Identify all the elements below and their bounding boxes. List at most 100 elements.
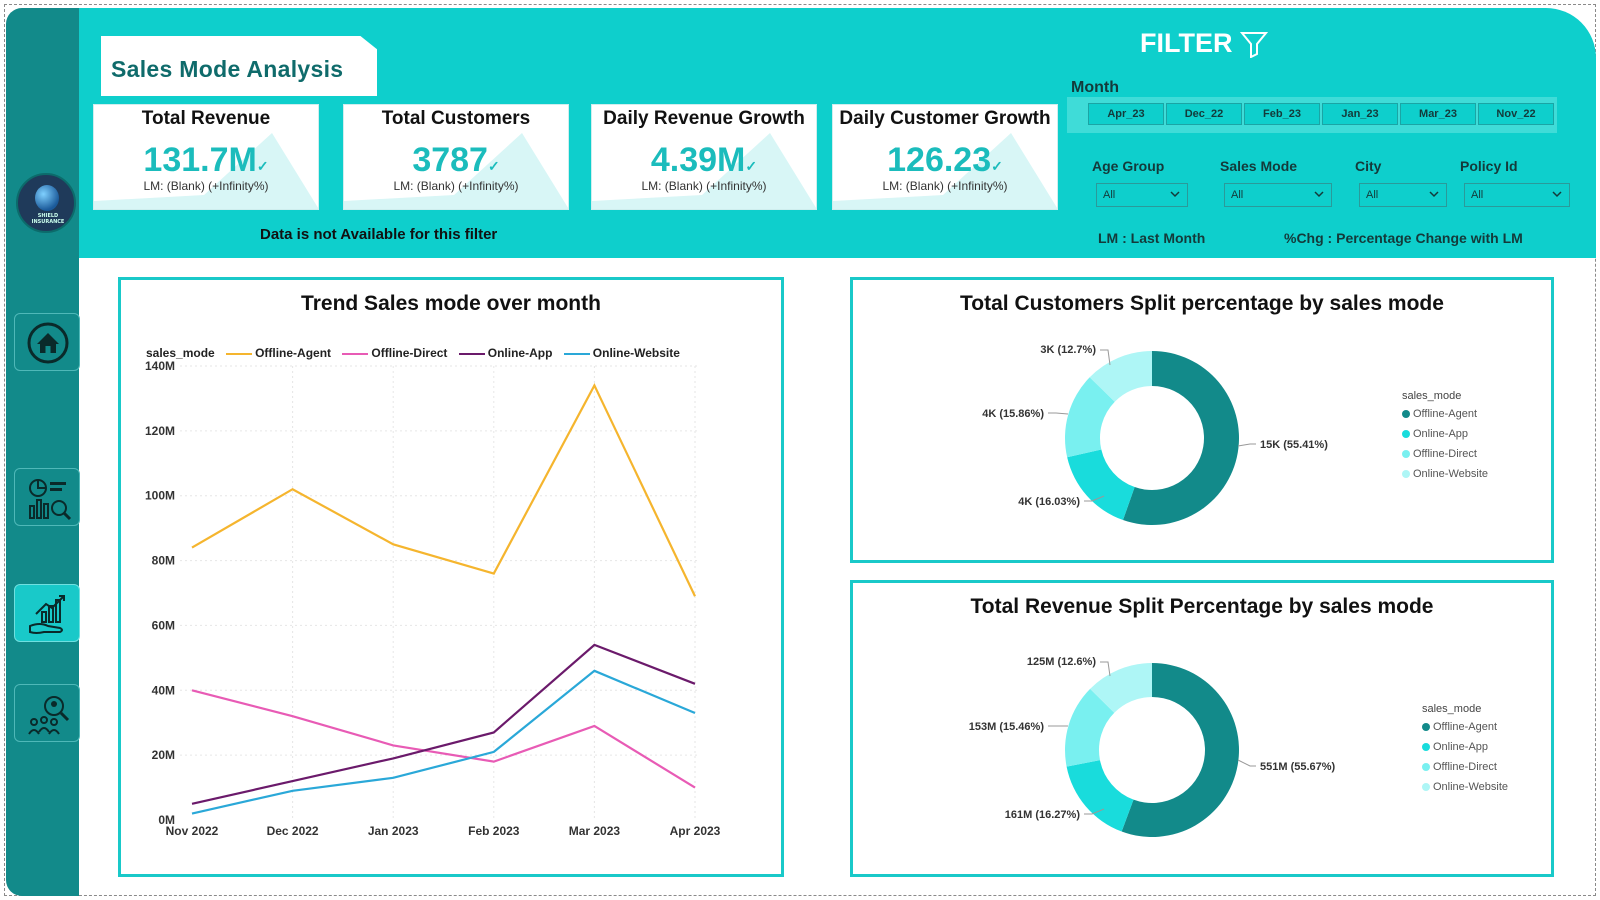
legend-dot bbox=[1422, 783, 1430, 792]
lm-note: LM : Last Month bbox=[1098, 230, 1206, 246]
kpi-title: Total Customers bbox=[381, 108, 531, 129]
x-tick-label: Mar 2023 bbox=[569, 824, 621, 838]
donut-slice-online-app[interactable] bbox=[1067, 449, 1135, 521]
x-tick-label: Apr 2023 bbox=[670, 824, 721, 838]
donut-data-label: 153M (15.46%) bbox=[969, 721, 1045, 733]
kpi-card-daily-revenue-growth[interactable]: Daily Revenue Growth 4.39M✓ LM: (Blank) … bbox=[591, 104, 817, 210]
donut-data-label: 3K (12.7%) bbox=[1040, 344, 1096, 356]
kpi-title: Total Revenue bbox=[141, 108, 271, 129]
sales-mode-nav-button[interactable] bbox=[14, 584, 80, 642]
chg-note: %Chg : Percentage Change with LM bbox=[1284, 230, 1523, 246]
sales-mode-label: Sales Mode bbox=[1220, 158, 1298, 174]
leader-line bbox=[1100, 661, 1111, 677]
filter-funnel-icon[interactable] bbox=[1240, 30, 1268, 58]
logo-swoosh-icon bbox=[35, 185, 59, 211]
legend-item: Offline-Direct bbox=[1422, 759, 1508, 779]
month-option[interactable]: Nov_22 bbox=[1478, 103, 1554, 125]
kpi-card-total-customers[interactable]: Total Customers 3787✓ LM: (Blank) (+Infi… bbox=[343, 104, 569, 210]
revenue-donut-title: Total Revenue Split Percentage by sales … bbox=[970, 595, 1434, 618]
customers-donut-legend: sales_mode Offline-Agent Online-App Offl… bbox=[1402, 390, 1488, 486]
month-option[interactable]: Feb_23 bbox=[1244, 103, 1320, 125]
kpi-subtext: LM: (Blank) (+Infinity%) bbox=[393, 179, 519, 193]
month-option[interactable]: Mar_23 bbox=[1400, 103, 1476, 125]
company-logo: SHIELD INSURANCE bbox=[16, 173, 76, 233]
month-slicer-label: Month bbox=[1071, 79, 1119, 96]
y-tick-label: 120M bbox=[145, 424, 175, 438]
chevron-down-icon bbox=[1552, 191, 1562, 198]
page-title: Sales Mode Analysis bbox=[111, 56, 344, 82]
legend-dot bbox=[1422, 743, 1430, 752]
filter-title: FILTER bbox=[1140, 28, 1233, 58]
leader-line bbox=[1237, 443, 1256, 447]
x-tick-label: Jan 2023 bbox=[368, 824, 419, 838]
trend-line-chart[interactable]: 0M20M40M60M80M100M120M140MNov 2022 Dec 20… bbox=[120, 336, 750, 866]
data-unavailable-notice: Data is not Available for this filter bbox=[260, 226, 498, 243]
x-tick-label: Dec 2022 bbox=[267, 824, 319, 838]
month-option[interactable]: Dec_22 bbox=[1166, 103, 1242, 125]
analytics-report-icon bbox=[29, 479, 72, 521]
y-tick-label: 20M bbox=[152, 748, 175, 762]
leader-line bbox=[1237, 759, 1256, 767]
donut-data-label: 125M (12.6%) bbox=[1027, 656, 1096, 668]
leader-line bbox=[1048, 412, 1069, 415]
policy-id-label: Policy Id bbox=[1460, 158, 1518, 174]
home-nav-button[interactable] bbox=[14, 313, 80, 371]
series-line-online-app[interactable] bbox=[191, 643, 696, 805]
series-line-offline-agent[interactable] bbox=[191, 383, 696, 597]
legend-dot bbox=[1402, 430, 1410, 439]
x-tick-label: Feb 2023 bbox=[468, 824, 520, 838]
kpi-card-total-revenue[interactable]: Total Revenue 131.7M✓ LM: (Blank) (+Infi… bbox=[93, 104, 319, 210]
month-option[interactable]: Apr_23 bbox=[1088, 103, 1164, 125]
legend-item: Online-Website bbox=[1422, 779, 1508, 799]
city-dropdown[interactable]: All bbox=[1359, 183, 1447, 207]
customers-donut-chart[interactable]: 15K (55.41%) 4K (16.03%) 4K (15.86%) 3K (12… bbox=[960, 330, 1360, 540]
city-label: City bbox=[1355, 158, 1382, 174]
legend-title: sales_mode bbox=[1402, 390, 1462, 402]
donut-data-label: 4K (15.86%) bbox=[982, 408, 1044, 420]
sales-mode-dropdown[interactable]: All bbox=[1224, 183, 1332, 207]
dropdown-value: All bbox=[1103, 189, 1116, 201]
legend-dot bbox=[1422, 723, 1430, 732]
legend-dot bbox=[1402, 470, 1410, 479]
policy-id-dropdown[interactable]: All bbox=[1464, 183, 1570, 207]
check-icon: ✓ bbox=[487, 158, 500, 174]
check-icon: ✓ bbox=[256, 158, 269, 174]
chevron-down-icon bbox=[1314, 191, 1324, 198]
legend-dot bbox=[1402, 410, 1410, 419]
x-tick-label: Nov 2022 bbox=[166, 824, 219, 838]
revenue-donut-chart[interactable]: 551M (55.67%) 161M (16.27%) 153M (15.46%) 1… bbox=[950, 640, 1370, 860]
kpi-value: 126.23✓ bbox=[887, 141, 1003, 179]
dropdown-value: All bbox=[1231, 189, 1244, 201]
legend-item: Online-App bbox=[1402, 426, 1488, 446]
check-icon: ✓ bbox=[991, 158, 1003, 174]
donut-data-label: 4K (16.03%) bbox=[1018, 496, 1080, 508]
series-line-offline-direct[interactable] bbox=[191, 689, 696, 789]
chevron-down-icon bbox=[1429, 191, 1439, 198]
customers-nav-button[interactable] bbox=[14, 684, 80, 742]
legend-dot bbox=[1422, 763, 1430, 772]
kpi-subtext: LM: (Blank) (+Infinity%) bbox=[882, 179, 1008, 193]
legend-title: sales_mode bbox=[1422, 703, 1482, 715]
age-group-dropdown[interactable]: All bbox=[1096, 183, 1188, 207]
kpi-title: Daily Customer Growth bbox=[839, 108, 1051, 129]
trend-chart-title: Trend Sales mode over month bbox=[301, 292, 601, 315]
chevron-down-icon bbox=[1170, 191, 1180, 198]
sidebar: SHIELD INSURANCE bbox=[6, 8, 80, 896]
legend-dot bbox=[1402, 450, 1410, 459]
month-option[interactable]: Jan_23 bbox=[1322, 103, 1398, 125]
month-slicer: Apr_23 Dec_22 Feb_23 Jan_23 Mar_23 Nov_2… bbox=[1067, 97, 1557, 133]
kpi-card-daily-customer-growth[interactable]: Daily Customer Growth 126.23✓ LM: (Blank… bbox=[832, 104, 1058, 210]
legend-item: Online-App bbox=[1422, 739, 1508, 759]
kpi-value: 3787✓ bbox=[412, 141, 500, 179]
kpi-value: 131.7M✓ bbox=[143, 141, 269, 179]
customers-donut-title: Total Customers Split percentage by sale… bbox=[960, 292, 1444, 315]
legend-item: Offline-Agent bbox=[1402, 406, 1488, 426]
title-box: Sales Mode Analysis bbox=[101, 36, 377, 96]
legend-item: Online-Website bbox=[1402, 466, 1488, 486]
y-tick-label: 140M bbox=[145, 359, 175, 373]
legend-item: Offline-Agent bbox=[1422, 719, 1508, 739]
analytics-nav-button[interactable] bbox=[14, 468, 80, 526]
legend-item: Offline-Direct bbox=[1402, 446, 1488, 466]
kpi-title: Daily Revenue Growth bbox=[603, 108, 805, 129]
y-tick-label: 80M bbox=[152, 554, 175, 568]
